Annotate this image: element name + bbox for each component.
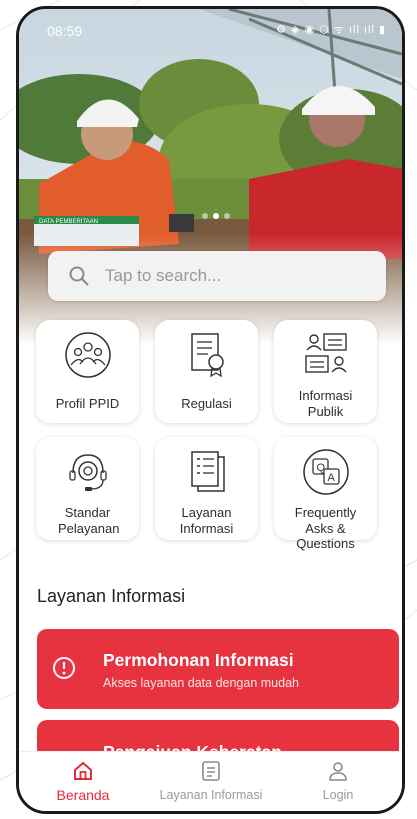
status-icons: ⚙ ◈ ◉ ⬡ ᯤ ıll ıll ▮ — [276, 24, 386, 36]
search-bar[interactable]: Tap to search... — [48, 251, 386, 301]
nav-label: Layanan Informasi — [159, 788, 263, 802]
faq-chat-icon: Q A — [303, 449, 349, 495]
menu-layanan-informasi[interactable]: Layanan Informasi — [155, 437, 258, 540]
alert-circle-icon — [53, 657, 75, 679]
document-certificate-icon — [191, 333, 224, 378]
permohonan-informasi-card[interactable]: Permohonan Informasi Akses layanan data … — [37, 629, 399, 709]
search-icon — [69, 266, 89, 286]
nav-label: Beranda — [56, 787, 110, 803]
carousel-indicator[interactable] — [202, 206, 235, 224]
menu-informasi-publik[interactable]: Informasi Publik — [274, 320, 377, 423]
status-time: 08:59 — [47, 23, 83, 39]
nav-login[interactable]: Login — [274, 752, 402, 811]
menu-label: Standar Pelayanan — [58, 505, 120, 536]
documents-list-icon — [191, 451, 225, 492]
card-subtitle: Akses layanan data dengan mudah — [103, 676, 299, 690]
menu-label: Layanan Informasi — [179, 505, 234, 536]
menu-label: Frequently Asks & Questions — [294, 505, 357, 551]
search-placeholder: Tap to search... — [105, 266, 222, 285]
menu-label: Regulasi — [181, 396, 232, 411]
service-gear-headset-icon — [69, 454, 107, 491]
nav-layanan-informasi[interactable]: Layanan Informasi — [147, 752, 275, 811]
svg-text:A: A — [328, 472, 336, 484]
card-title: Permohonan Informasi — [103, 650, 294, 670]
list-doc-icon — [202, 761, 220, 781]
nav-beranda[interactable]: Beranda — [19, 752, 147, 811]
phone-frame: DATA PEMBERITAAN 08:59 ⚙ ◈ ◉ ⬡ ᯤ ıll ıll… — [16, 6, 405, 814]
carousel-dot[interactable] — [224, 213, 230, 219]
public-information-icon — [305, 333, 347, 373]
carousel-dot[interactable] — [202, 213, 208, 219]
carousel-dot-active[interactable] — [213, 213, 219, 219]
status-bar: 08:59 ⚙ ◈ ◉ ⬡ ᯤ ıll ıll ▮ — [19, 9, 402, 51]
people-group-icon — [65, 332, 111, 378]
section-title: Layanan Informasi — [37, 586, 186, 606]
bottom-navigation: Beranda Layanan Informasi Login — [19, 751, 402, 811]
nav-label: Login — [322, 788, 354, 802]
user-icon — [329, 762, 347, 781]
home-icon — [74, 761, 92, 780]
menu-regulasi[interactable]: Regulasi — [155, 320, 258, 423]
menu-faq[interactable]: Q A Frequently Asks & Questions — [274, 437, 377, 551]
menu-profil-ppid[interactable]: Profil PPID — [36, 320, 139, 423]
menu-label: Profil PPID — [55, 396, 120, 411]
menu-label: Informasi Publik — [298, 388, 353, 419]
hero-sign-text: DATA PEMBERITAAN — [39, 219, 98, 225]
menu-standar-pelayanan[interactable]: Standar Pelayanan — [36, 437, 139, 540]
